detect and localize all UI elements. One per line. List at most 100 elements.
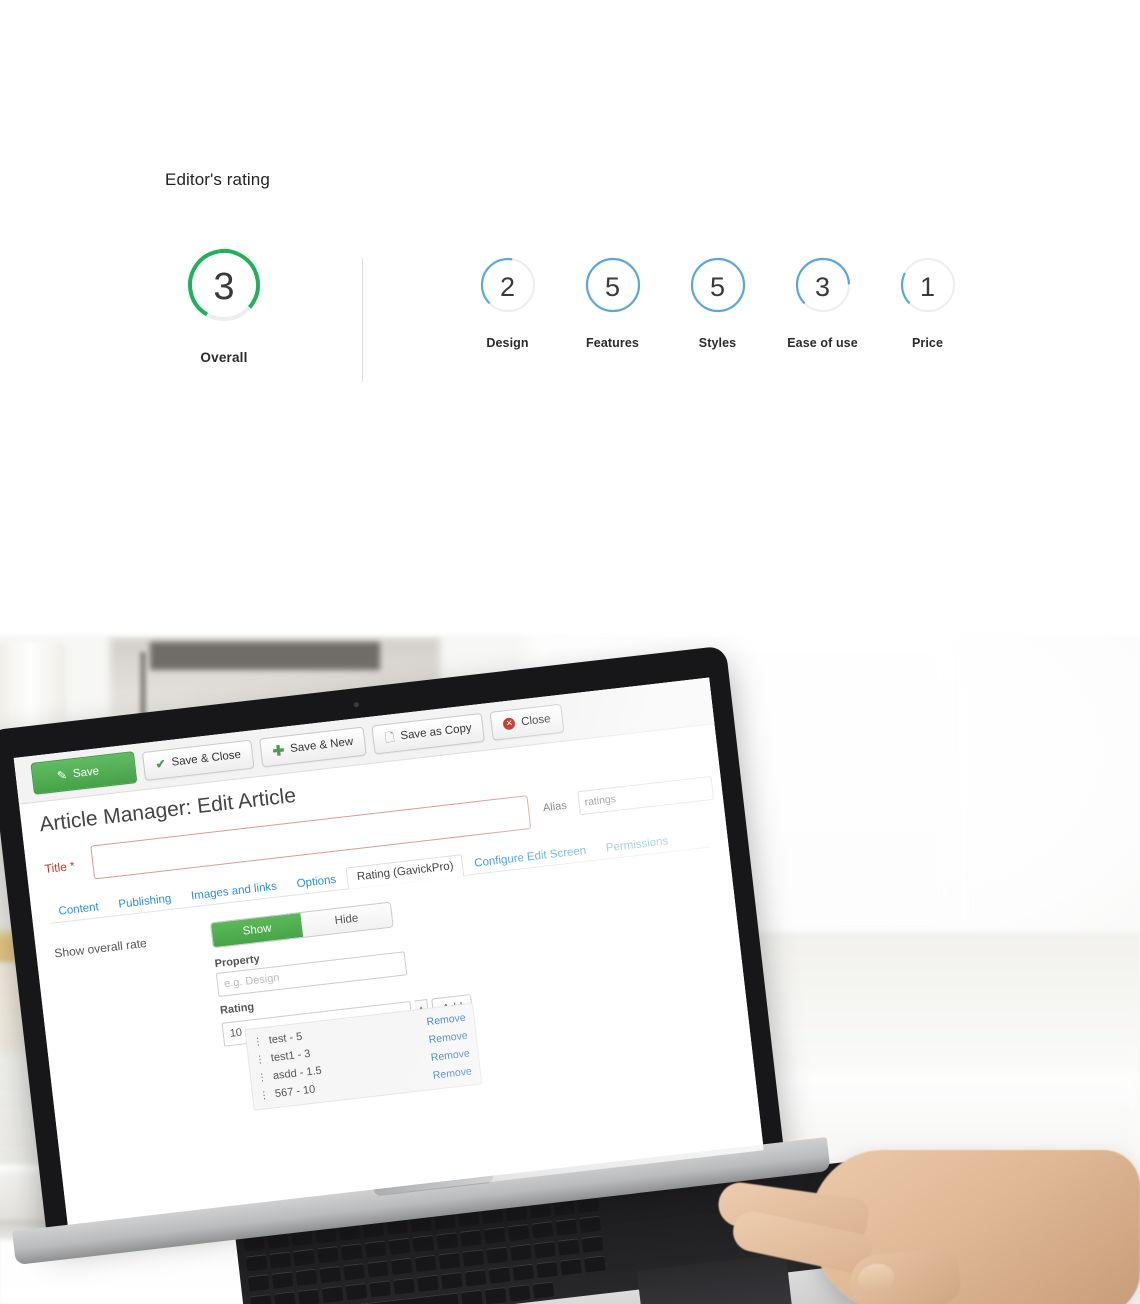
remove-link[interactable]: Remove [426,1012,466,1028]
keyboard-key[interactable] [343,1263,365,1281]
keyboard-key[interactable] [584,1255,606,1273]
wall-picture-art [150,642,380,670]
save-and-new-label: Save & New [289,735,354,756]
drag-handle-icon[interactable]: ⋮ [259,1090,269,1102]
tab-options[interactable]: Options [287,869,347,895]
keyboard-key[interactable] [488,1266,511,1284]
toggle-hide-option[interactable]: Hide [300,902,393,937]
tab-images-and-links[interactable]: Images and links [181,876,287,908]
overall-rating-block: 3 Overall [165,245,283,365]
category-ring: 2 [478,255,538,320]
keyboard-key[interactable] [464,1269,487,1287]
keyboard-key[interactable] [534,1241,556,1259]
save-and-close-button[interactable]: ✔ Save & Close [142,739,255,781]
close-circle-icon: ✕ [502,717,517,731]
category-rating-price: 1 Price [875,255,980,350]
keyboard-key[interactable] [369,1280,392,1298]
keyboard-key[interactable] [414,1254,437,1273]
keyboard-key[interactable] [440,1271,463,1290]
keyboard-key[interactable] [462,1249,485,1267]
category-rating-label: Ease of use [787,336,858,350]
rating-item-label: test - 5 [268,1030,303,1047]
save-button[interactable]: ✎ Save [30,751,138,795]
hand-on-laptop [700,1132,1140,1304]
tab-permissions[interactable]: Permissions [596,830,678,859]
keyboard-key[interactable] [295,1268,318,1286]
tab-configure-edit-screen[interactable]: Configure Edit Screen [464,840,596,875]
keyboard-key[interactable] [532,1281,555,1299]
keyboard-key[interactable] [367,1260,389,1278]
keyboard-key[interactable] [438,1252,461,1270]
keyboard-key[interactable] [461,1289,483,1304]
toggle-show-option[interactable]: Show [211,913,304,948]
category-rating-value: 3 [814,272,831,302]
category-ring: 1 [898,255,958,320]
title-field-label: Title * [43,858,76,877]
save-and-new-button[interactable]: ✚ Save & New [259,726,367,767]
keyboard-key[interactable] [297,1288,320,1304]
tab-publishing[interactable]: Publishing [108,888,181,916]
drag-handle-icon[interactable]: ⋮ [257,1072,267,1084]
category-rating-styles: 5 Styles [665,255,770,350]
keyboard-key[interactable] [247,1274,270,1292]
save-button-label: Save [72,765,100,781]
rating-item-label: 567 - 10 [274,1083,316,1101]
keyboard-key[interactable] [271,1271,294,1289]
keyboard-key[interactable] [274,1291,296,1304]
check-icon: ✔ [154,756,167,772]
plus-icon: ✚ [271,741,286,760]
keyboard-key[interactable] [485,1286,507,1304]
drag-handle-icon[interactable]: ⋮ [252,1036,262,1048]
overall-rating-ring: 3 [184,245,264,330]
category-ring: 3 [793,255,853,320]
keyboard-key[interactable] [536,1260,558,1279]
remove-link[interactable]: Remove [428,1030,468,1046]
show-overall-rate-label: Show overall rate [53,935,148,961]
rating-item-left: ⋮ 567 - 10 [258,1083,316,1102]
keyboard-key[interactable] [321,1285,344,1303]
category-rating-ease-of-use: 3 Ease of use [770,255,875,350]
category-rating-value: 1 [919,272,936,302]
alias-field-label: Alias [542,799,568,815]
close-button-label: Close [520,713,552,729]
keyboard-key[interactable] [250,1294,272,1304]
category-rating-value: 5 [604,272,621,302]
photo-top-fade [0,632,1140,638]
category-rating-label: Styles [698,336,737,350]
category-ratings-list: 2 Design 5 Features 5 Styles 3 Ease of use 1 Pric… [455,255,980,350]
tab-rating-gavickpro[interactable]: Rating (GavickPro) [345,854,465,890]
alias-input[interactable]: ratings [577,775,715,816]
remove-link[interactable]: Remove [432,1065,472,1081]
pencil-icon: ✎ [56,767,68,784]
drag-handle-icon[interactable]: ⋮ [254,1054,264,1066]
copy-icon: 🗋 [384,730,396,746]
remove-link[interactable]: Remove [430,1048,470,1064]
keyboard-key[interactable] [508,1284,531,1302]
category-rating-features: 5 Features [560,255,665,350]
keyboard-key[interactable] [486,1246,508,1264]
keyboard-key[interactable] [345,1282,368,1301]
joomla-admin-ui: ✎ Save ✔ Save & Close ✚ Save & New 🗋 Sav… [13,677,764,1231]
editors-rating-widget: Editor's rating 3 Overall 2 Design 5 Featur… [0,0,1140,632]
close-button[interactable]: ✕ Close [489,703,565,741]
keyboard-key[interactable] [417,1274,439,1292]
keyboard-key[interactable] [393,1277,415,1295]
ratings-row: 3 Overall 2 Design 5 Features 5 Styles 3 Ease o… [0,245,1140,405]
keyboard-key[interactable] [512,1263,535,1281]
keyboard-key[interactable] [319,1265,342,1284]
vertical-divider [362,258,363,382]
laptop-screen: ✎ Save ✔ Save & Close ✚ Save & New 🗋 Sav… [13,677,764,1231]
save-and-close-label: Save & Close [170,748,242,769]
overall-rating-label: Overall [200,350,248,365]
category-rating-label: Features [586,336,639,350]
save-as-copy-button[interactable]: 🗋 Save as Copy [371,712,486,754]
laptop-photo: ✎ Save ✔ Save & Close ✚ Save & New 🗋 Sav… [0,632,1140,1304]
keyboard-key[interactable] [510,1243,532,1261]
category-rating-design: 2 Design [455,255,560,350]
keyboard-key[interactable] [391,1257,413,1275]
tab-content[interactable]: Content [49,896,109,923]
keyboard-key[interactable] [557,1238,580,1256]
widget-title: Editor's rating [165,170,270,189]
keyboard-key[interactable] [581,1235,604,1253]
keyboard-key[interactable] [560,1258,582,1276]
